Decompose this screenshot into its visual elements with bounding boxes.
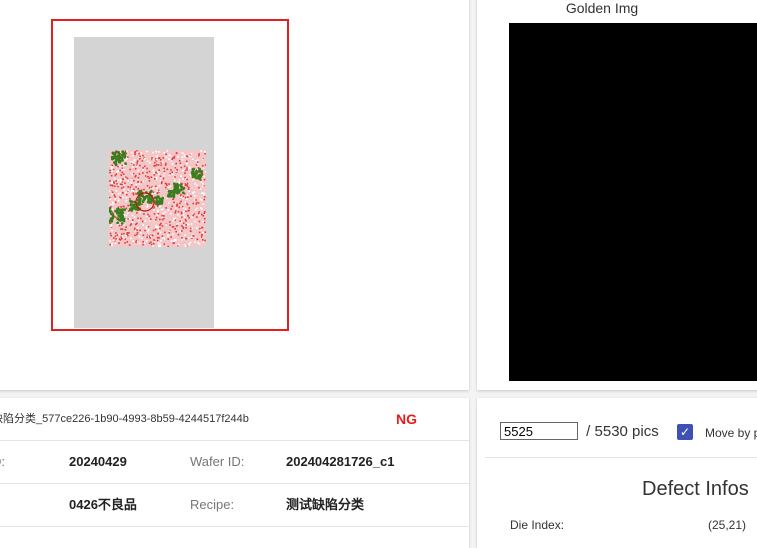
- defect-navigator-card: / 5530 pics ✓ Move by p Defect Infos Die…: [477, 398, 757, 548]
- inspection-info-card: 缺陷分类_577ce226-1b90-4993-8b59-4244517f244…: [0, 398, 469, 548]
- golden-image[interactable]: [509, 23, 757, 381]
- die-index-value: (25,21): [708, 518, 747, 532]
- golden-image-card: Golden Img: [477, 0, 757, 390]
- defect-infos-title: Defect Infos: [642, 478, 749, 500]
- lot-id-value: 20240429: [69, 454, 127, 469]
- task-header-row: 缺陷分类_577ce226-1b90-4993-8b59-4244517f244…: [0, 398, 469, 441]
- product-value: 0426不良品: [69, 497, 137, 512]
- lot-id-label: D:: [0, 454, 5, 469]
- image-pager: / 5530 pics: [500, 422, 659, 441]
- move-by-checkbox[interactable]: ✓: [677, 424, 693, 440]
- task-name: 缺陷分类_577ce226-1b90-4993-8b59-4244517f244…: [0, 413, 249, 425]
- current-image-input[interactable]: [500, 422, 578, 441]
- wafer-id-value: 202404281726_c1: [286, 454, 395, 469]
- info-row-ids: D: 20240429 Wafer ID: 202404281726_c1: [0, 441, 469, 484]
- wafer-id-label: Wafer ID:: [190, 454, 245, 469]
- die-index-label: Die Index:: [510, 518, 565, 532]
- divider: [485, 457, 757, 458]
- total-images-text: / 5530 pics: [586, 422, 659, 440]
- wafer-map-card: [0, 0, 469, 390]
- golden-image-title: Golden Img: [565, 0, 639, 16]
- recipe-label: Recipe:: [190, 497, 235, 512]
- recipe-value: 测试缺陷分类: [286, 497, 365, 512]
- result-badge: NG: [396, 411, 417, 427]
- move-by-label: Move by p: [705, 426, 757, 440]
- info-row-recipe: 0426不良品 Recipe: 测试缺陷分类: [0, 484, 469, 527]
- defect-heatmap: [109, 150, 206, 247]
